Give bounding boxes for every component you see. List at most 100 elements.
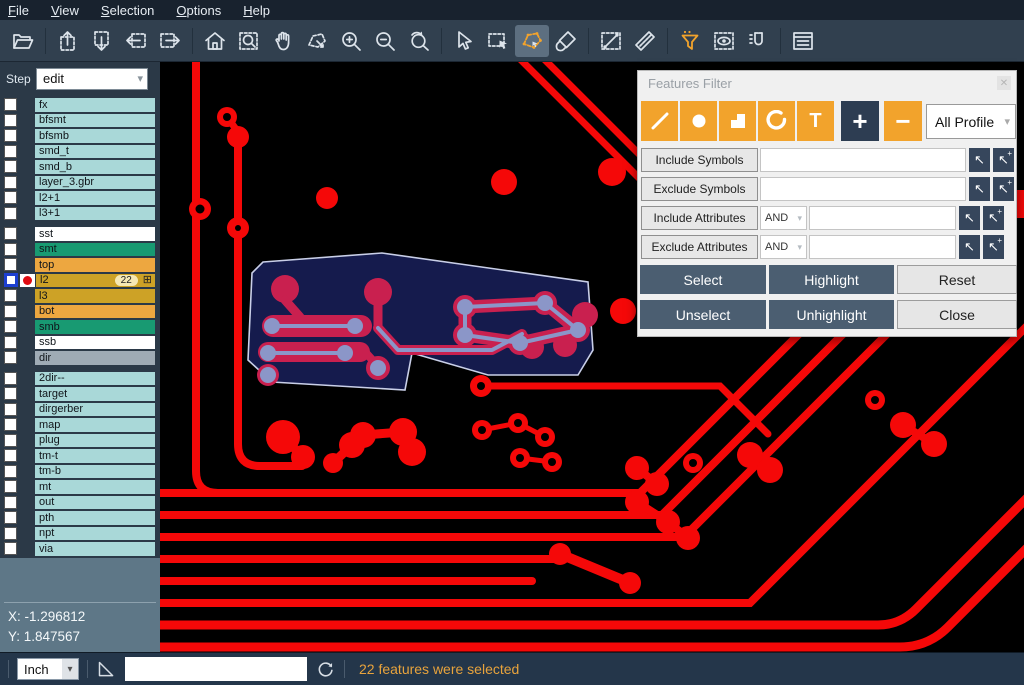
layer-row-2dir--[interactable]: 2dir-- [0,371,160,387]
layer-row-l2+1[interactable]: l2+1 [0,190,160,206]
layer-row-smd_b[interactable]: smd_b [0,159,160,175]
layer-row-plug[interactable]: plug [0,433,160,449]
select-polygon-icon[interactable] [515,25,549,57]
layer-name-bar[interactable]: target [35,387,155,401]
surface-feature-button[interactable] [719,101,756,141]
layer-row-map[interactable]: map [0,417,160,433]
layer-name-bar[interactable]: fx [35,98,155,112]
exclude-attributes-button[interactable]: Exclude Attributes [641,235,758,259]
pick-from-canvas-icon[interactable]: ↖ [959,206,980,230]
select-arrow-icon[interactable] [447,25,481,57]
layer-checkbox[interactable] [4,145,17,158]
layer-name-bar[interactable]: dir [35,351,155,365]
snap-magnet-icon[interactable] [741,25,775,57]
zoom-out-icon[interactable] [368,25,402,57]
layer-checkbox[interactable] [4,191,17,204]
layer-name-bar[interactable]: dirgerber [35,403,155,417]
layer-name-bar[interactable]: via [35,542,155,556]
layer-row-target[interactable]: target [0,386,160,402]
layer-name-bar[interactable]: l3+1 [35,207,155,221]
layers-panel-icon[interactable] [786,25,820,57]
layer-checkbox[interactable] [4,465,17,478]
pan-polygon-icon[interactable] [300,25,334,57]
layer-name-bar[interactable]: plug [35,434,155,448]
command-input[interactable] [125,657,307,681]
measure-distance-icon[interactable] [594,25,628,57]
layer-row-sst[interactable]: sst [0,226,160,242]
select-button[interactable]: Select [640,265,766,294]
layer-checkbox[interactable] [4,227,17,240]
line-feature-button[interactable] [641,101,678,141]
pad-feature-button[interactable] [680,101,717,141]
layer-checkbox[interactable] [4,527,17,540]
menu-view[interactable]: View [51,3,79,18]
layer-checkbox[interactable] [4,511,17,524]
layer-checkbox[interactable] [4,273,18,287]
open-folder-icon[interactable] [6,25,40,57]
select-rectangle-icon[interactable] [481,25,515,57]
pick-add-from-canvas-icon[interactable]: ↖+ [993,148,1014,172]
layer-row-smt[interactable]: smt [0,242,160,258]
add-filter-button[interactable]: + [841,101,879,141]
step-select[interactable]: edit ▾ [36,68,148,90]
pick-from-canvas-icon[interactable]: ↖ [969,177,990,201]
layer-row-ssb[interactable]: ssb [0,335,160,351]
exclude-attributes-operator-select[interactable]: AND ▾ [760,235,807,259]
pick-add-from-canvas-icon[interactable]: ↖+ [983,206,1004,230]
layer-row-out[interactable]: out [0,495,160,511]
layer-name-bar[interactable]: mt [35,480,155,494]
view-options-icon[interactable] [707,25,741,57]
layer-checkbox[interactable] [4,449,17,462]
close-icon[interactable]: ✕ [997,76,1011,90]
highlight-button[interactable]: Highlight [769,265,894,294]
layer-name-bar[interactable]: tm-b [35,465,155,479]
include-symbols-input[interactable] [760,148,966,172]
arc-feature-button[interactable] [758,101,795,141]
layer-checkbox[interactable] [4,207,17,220]
pan-hand-icon[interactable] [266,25,300,57]
unit-select[interactable]: Inch ▾ [17,658,79,680]
layer-row-bfsmb[interactable]: bfsmb [0,128,160,144]
refresh-icon[interactable] [315,659,336,680]
zoom-previous-icon[interactable] [402,25,436,57]
profile-select[interactable]: All Profile ▾ [926,104,1016,139]
home-view-icon[interactable] [198,25,232,57]
layer-checkbox[interactable] [4,542,17,555]
repaint-brush-icon[interactable] [549,25,583,57]
layer-row-smd_t[interactable]: smd_t [0,144,160,160]
include-attributes-button[interactable]: Include Attributes [641,206,758,230]
pick-from-canvas-icon[interactable]: ↖ [969,148,990,172]
layer-row-mt[interactable]: mt [0,479,160,495]
layer-name-bar[interactable]: bot [35,305,155,319]
unselect-button[interactable]: Unselect [640,300,766,329]
layer-row-bot[interactable]: bot [0,304,160,320]
layer-checkbox[interactable] [4,372,17,385]
layer-name-bar[interactable]: npt [35,527,155,541]
layer-checkbox[interactable] [4,258,17,271]
layer-name-bar[interactable]: ssb [35,336,155,350]
layer-checkbox[interactable] [4,98,17,111]
layer-name-bar[interactable]: bfsmb [35,129,155,143]
layer-name-bar[interactable]: smt [35,243,155,257]
layer-checkbox[interactable] [4,434,17,447]
layer-name-bar[interactable]: l3 [35,289,155,303]
layer-checkbox[interactable] [4,336,17,349]
layer-name-bar[interactable]: top [35,258,155,272]
layer-checkbox[interactable] [4,496,17,509]
layer-row-l2[interactable]: l222⊞ [0,273,160,289]
layer-name-bar[interactable]: out [35,496,155,510]
exclude-symbols-button[interactable]: Exclude Symbols [641,177,758,201]
send-left-icon[interactable] [119,25,153,57]
layer-row-l3+1[interactable]: l3+1 [0,206,160,222]
layer-checkbox[interactable] [4,243,17,256]
layer-name-bar[interactable]: layer_3.gbr [35,176,155,190]
send-right-icon[interactable] [153,25,187,57]
layer-name-bar[interactable]: smd_t [35,145,155,159]
layer-checkbox[interactable] [4,129,17,142]
exclude-attributes-input[interactable] [809,235,956,259]
exclude-symbols-input[interactable] [760,177,966,201]
layer-name-bar[interactable]: pth [35,511,155,525]
text-feature-button[interactable]: T [797,101,834,141]
layer-row-top[interactable]: top [0,257,160,273]
layer-row-pth[interactable]: pth [0,510,160,526]
